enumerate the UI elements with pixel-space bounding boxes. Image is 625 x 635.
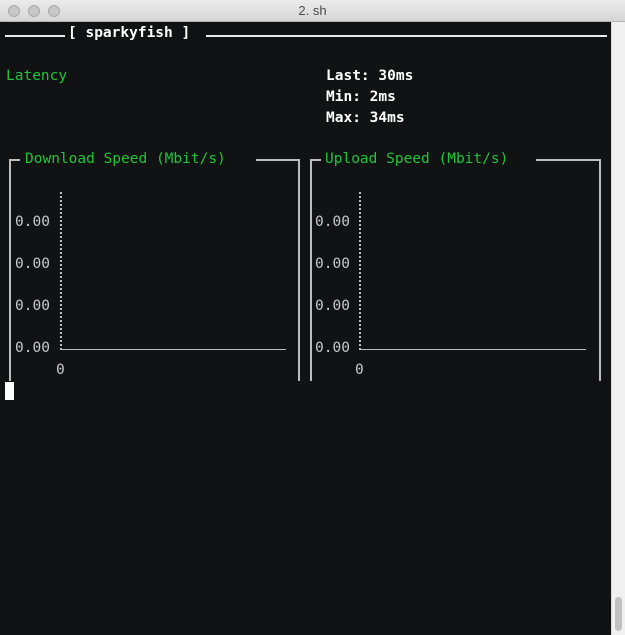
terminal-cursor [5, 382, 14, 400]
upload-panel-top-border-left [310, 159, 321, 161]
upload-panel-right-border [599, 159, 601, 381]
header-rule-right [206, 35, 607, 37]
download-y-tick: 0.00 [15, 298, 50, 314]
download-y-axis [60, 192, 62, 350]
download-y-tick: 0.00 [15, 256, 50, 272]
download-panel-top-border-right [256, 159, 300, 161]
latency-last: Last: 30ms [326, 68, 414, 84]
window-title: 2. sh [298, 3, 327, 18]
scrollbar-thumb[interactable] [615, 597, 622, 631]
upload-y-tick: 0.00 [315, 214, 350, 230]
app-name: [ sparkyfish ] [68, 25, 191, 41]
download-y-tick: 0.00 [15, 340, 50, 356]
header-rule-left [5, 35, 65, 37]
upload-x-axis [359, 349, 586, 350]
title-bar[interactable]: 2. sh [0, 0, 625, 22]
latency-label: Latency [6, 68, 68, 84]
download-panel-left-border [9, 159, 11, 381]
upload-x-tick: 0 [355, 362, 364, 378]
upload-y-axis [359, 192, 361, 350]
download-x-axis [60, 349, 286, 350]
upload-y-tick: 0.00 [315, 340, 350, 356]
upload-panel-left-border [310, 159, 312, 381]
download-panel-top-border-left [9, 159, 20, 161]
latency-min: Min: 2ms [326, 89, 396, 105]
latency-max: Max: 34ms [326, 110, 405, 126]
scrollbar[interactable] [611, 22, 625, 635]
terminal-window: 2. sh [ sparkyfish ] Latency Last: 30ms … [0, 0, 625, 635]
upload-y-tick: 0.00 [315, 298, 350, 314]
download-y-tick: 0.00 [15, 214, 50, 230]
upload-panel-title: Upload Speed (Mbit/s) [325, 151, 509, 167]
download-x-tick: 0 [56, 362, 65, 378]
upload-panel-top-border-right [536, 159, 601, 161]
upload-y-tick: 0.00 [315, 256, 350, 272]
download-panel-right-border [298, 159, 300, 381]
terminal-content[interactable]: [ sparkyfish ] Latency Last: 30ms Min: 2… [0, 22, 611, 635]
download-panel-title: Download Speed (Mbit/s) [25, 151, 226, 167]
